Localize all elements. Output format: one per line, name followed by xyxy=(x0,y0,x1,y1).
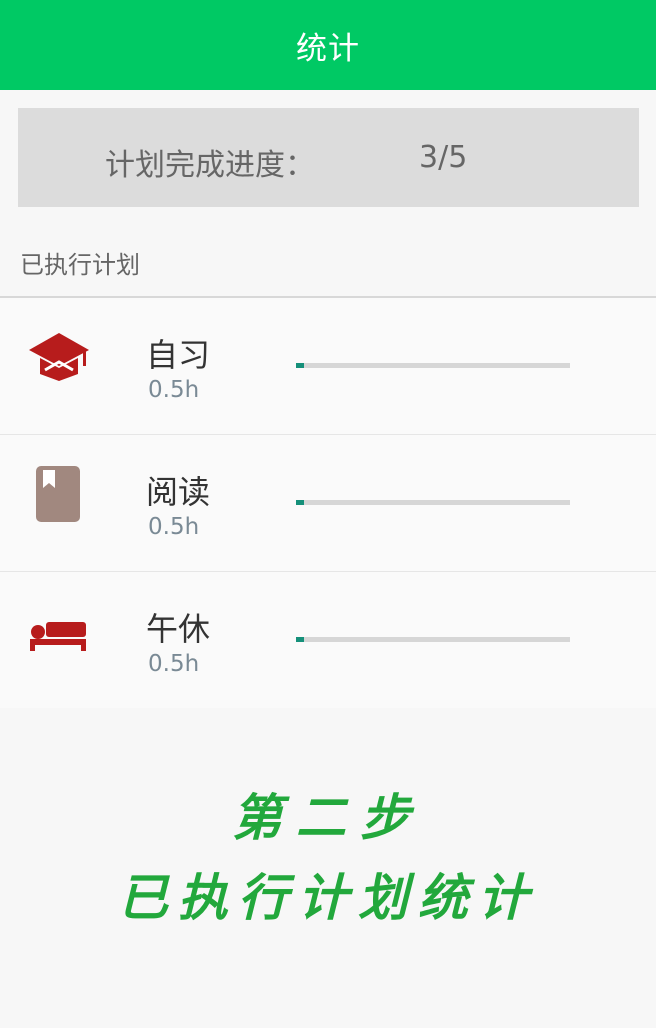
plan-duration: 0.5h xyxy=(148,377,200,403)
plan-name: 午休 xyxy=(146,610,211,648)
plan-progress-card: 计划完成进度： 3/5 xyxy=(18,108,639,207)
executed-plan-list: 自习 0.5h 阅读 0.5h 午休 0.5h xyxy=(0,298,656,708)
caption-description: 已执行计划统计 xyxy=(118,868,538,927)
progress-value: 3/5 xyxy=(419,140,468,175)
plan-name: 阅读 xyxy=(146,473,211,511)
plan-progress-bar xyxy=(296,500,570,505)
plan-item-reading[interactable]: 阅读 0.5h xyxy=(0,435,656,572)
plan-duration: 0.5h xyxy=(148,651,200,677)
plan-progress-fill xyxy=(296,637,305,642)
app-bar: 统计 xyxy=(0,0,656,90)
plan-item-nap[interactable]: 午休 0.5h xyxy=(0,572,656,708)
plan-progress-bar xyxy=(296,637,570,642)
bed-icon xyxy=(28,602,90,662)
plan-item-self-study[interactable]: 自习 0.5h xyxy=(0,298,656,435)
plan-progress-fill xyxy=(296,500,305,505)
progress-label: 计划完成进度： xyxy=(105,148,315,183)
plan-duration: 0.5h xyxy=(148,514,200,540)
executed-plans-header: 已执行计划 xyxy=(20,251,140,279)
graduation-cap-icon xyxy=(28,328,90,388)
bookmark-book-icon xyxy=(28,465,90,525)
plan-name: 自习 xyxy=(146,336,211,374)
plan-progress-fill xyxy=(296,363,305,368)
plan-progress-bar xyxy=(296,363,570,368)
page-title: 统计 xyxy=(296,30,360,67)
caption-step: 第二步 xyxy=(232,788,424,847)
